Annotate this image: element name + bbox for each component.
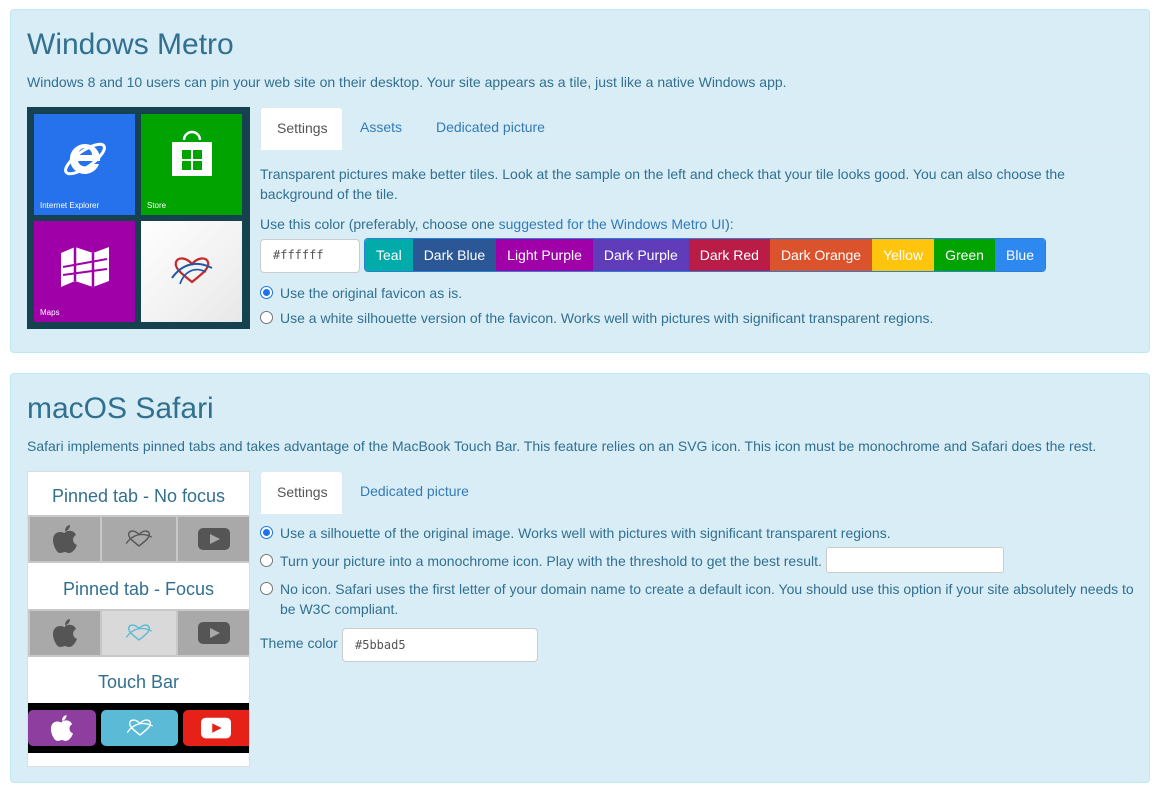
heart-logo-icon [126,719,153,736]
metro-title: Windows Metro [27,28,234,61]
swatch-light-purple[interactable]: Light Purple [496,239,593,271]
tab-settings[interactable]: Settings [260,107,343,150]
apple-tab [30,611,100,655]
macos-safari-panel: macOS Safari Safari implements pinned ta… [10,373,1150,783]
swatch-dark-purple[interactable]: Dark Purple [592,239,689,271]
swatch-blue[interactable]: Blue [994,239,1046,271]
youtube-icon [197,528,230,550]
metro-tile-preview: Internet Explorer Store Maps [27,107,250,329]
radio-no-icon-label: No icon. Safari uses the first letter of… [280,581,1134,597]
touch-bar-label: Touch Bar [97,672,180,692]
store-tile-label: Store [147,201,167,210]
touch-bar-site [101,710,178,746]
safari-preview: Pinned tab - No focus Pinned tab - Focus… [27,471,250,767]
metro-info-line1: Transparent pictures make better tiles. … [260,166,1065,182]
safari-tabs: Settings Dedicated picture [260,471,1133,514]
site-tile [141,221,242,322]
safari-tab-dedicated-picture[interactable]: Dedicated picture [344,471,485,514]
apple-tab [30,517,100,561]
radio-no-icon-input[interactable] [260,582,273,595]
heart-logo-icon [125,624,153,641]
theme-color-label: Theme color [260,635,338,651]
swatch-green[interactable]: Green [934,239,995,271]
ie-tile: Internet Explorer [34,114,135,215]
safari-tab-settings[interactable]: Settings [260,471,343,514]
apple-icon [53,619,77,647]
site-tab [102,517,176,561]
internet-explorer-icon [64,142,106,176]
metro-colors-link[interactable]: suggested for the Windows Metro UI [499,216,725,232]
pinned-tab-no-focus-label: Pinned tab - No focus [51,486,226,506]
color-prompt-prefix: Use this color (preferably, choose one [260,216,499,232]
pinned-tab-focus-row [28,609,249,657]
metro-tabs: Settings Assets Dedicated picture [260,107,1133,150]
safari-title: macOS Safari [27,392,214,425]
color-prompt-suffix: ): [725,216,734,232]
metro-info-line2: background of the tile. [260,186,398,202]
site-tab-focused [102,611,176,655]
youtube-tab [178,517,249,561]
youtube-icon [201,717,231,739]
heart-logo-icon [171,257,213,285]
pinned-tab-focus-label: Pinned tab - Focus [62,579,215,599]
maps-icon [61,247,109,287]
heart-logo-icon [125,530,153,547]
swatch-dark-blue[interactable]: Dark Blue [412,239,497,271]
theme-color-input[interactable]: #5bbad5 [342,628,538,662]
ie-tile-label: Internet Explorer [40,201,100,210]
threshold-input[interactable] [826,547,1004,573]
youtube-icon [197,622,230,644]
radio-silhouette-label: Use a silhouette of the original image. … [280,525,891,541]
touch-bar-row [28,703,249,753]
swatch-dark-red[interactable]: Dark Red [688,239,770,271]
youtube-tab [178,611,249,655]
radio-monochrome-input[interactable] [260,554,273,567]
metro-description: Windows 8 and 10 users can pin your web … [27,74,787,90]
maps-tile: Maps [34,221,135,322]
windows-metro-panel: Windows Metro Windows 8 and 10 users can… [10,9,1150,353]
store-tile: Store [141,114,242,215]
radio-white-silhouette-label: Use a white silhouette version of the fa… [280,310,934,326]
touch-bar-youtube [183,710,249,746]
tab-assets[interactable]: Assets [344,107,418,150]
radio-white-silhouette-input[interactable] [260,311,273,324]
swatch-teal[interactable]: Teal [365,239,413,271]
safari-description: Safari implements pinned tabs and takes … [27,438,1097,454]
swatch-yellow[interactable]: Yellow [872,239,935,271]
tile-color-input[interactable]: #ffffff [260,239,360,273]
swatch-dark-orange[interactable]: Dark Orange [769,239,873,271]
maps-tile-label: Maps [40,308,60,317]
apple-icon [53,525,77,553]
store-icon [172,130,212,176]
radio-silhouette-input[interactable] [260,526,273,539]
radio-no-icon-label-line2: be W3C compliant. [280,601,399,617]
radio-original-favicon-input[interactable] [260,286,273,299]
touch-bar-apple [28,710,96,746]
tab-dedicated-picture[interactable]: Dedicated picture [420,107,561,150]
radio-monochrome-label: Turn your picture into a monochrome icon… [280,553,822,569]
color-swatch-group: Teal Dark Blue Light Purple Dark Purple Dark… [364,238,1047,272]
radio-original-favicon-label: Use the original favicon as is. [280,285,463,301]
color-prompt: Use this color (preferably, choose one s… [260,214,734,234]
pinned-tab-no-focus-row [28,515,249,563]
apple-icon [50,715,74,741]
